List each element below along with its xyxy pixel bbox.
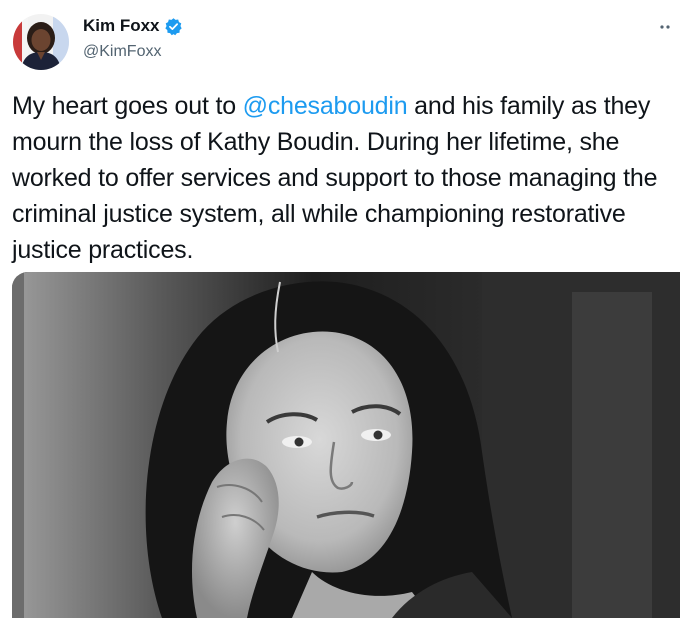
author-display-name[interactable]: Kim Foxx xyxy=(83,16,160,36)
more-options-icon[interactable] xyxy=(658,20,676,32)
tweet-text: My heart goes out to @chesaboudin and hi… xyxy=(12,88,674,268)
display-name-row: Kim Foxx xyxy=(83,14,183,38)
avatar-photo xyxy=(13,14,69,70)
tweet-media-photo[interactable] xyxy=(12,272,680,618)
tweet-text-lead: My heart goes out to xyxy=(12,92,243,120)
tweet-card: Kim Foxx @KimFoxx My heart goes out to @… xyxy=(0,0,680,618)
photo-image xyxy=(12,272,680,618)
author-avatar[interactable] xyxy=(13,14,69,70)
mention-link[interactable]: @chesaboudin xyxy=(243,92,408,120)
verified-badge-icon xyxy=(164,17,183,36)
author-info: Kim Foxx @KimFoxx xyxy=(83,14,183,61)
author-handle[interactable]: @KimFoxx xyxy=(83,43,183,61)
